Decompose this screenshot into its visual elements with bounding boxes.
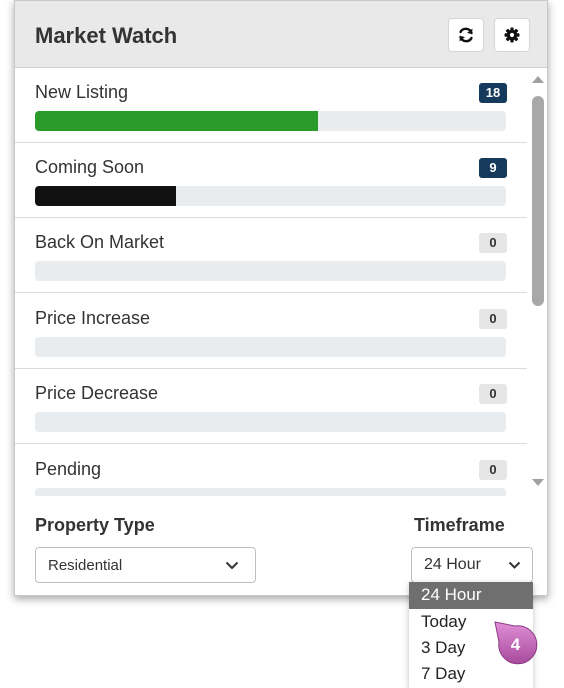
list-item-pending[interactable]: Pending 0: [15, 445, 527, 496]
progress-track: [35, 186, 506, 206]
property-type-value: Residential: [48, 557, 123, 574]
timeframe-value: 24 Hour: [424, 556, 481, 573]
timeframe-label: Timeframe: [414, 515, 505, 535]
step-callout-badge: 4: [493, 620, 538, 665]
scroll-down-arrow-icon[interactable]: [532, 479, 544, 486]
count-badge: 0: [479, 384, 507, 404]
widget-footer: Property Type Residential Timeframe 24 H…: [15, 496, 547, 596]
widget-header: Market Watch: [15, 1, 547, 68]
row-label: Back On Market: [35, 232, 165, 252]
count-badge: 9: [479, 158, 507, 178]
scroll-thumb[interactable]: [532, 96, 544, 306]
market-watch-widget: Market Watch New Listing 18 Coming Soon …: [14, 0, 548, 596]
refresh-button[interactable]: [448, 18, 484, 52]
chevron-down-icon: [508, 561, 521, 569]
count-badge: 18: [479, 83, 507, 103]
count-badge: 0: [479, 233, 507, 253]
progress-track: [35, 488, 506, 496]
progress-track: [35, 261, 506, 281]
progress-fill: [35, 186, 177, 206]
list-scrollbar[interactable]: [529, 68, 547, 496]
list-item-price-increase[interactable]: Price Increase 0: [15, 294, 527, 369]
status-list: New Listing 18 Coming Soon 9 Back On Mar…: [15, 68, 547, 496]
settings-button[interactable]: [494, 18, 530, 52]
scroll-up-arrow-icon[interactable]: [532, 76, 544, 83]
row-label: Price Decrease: [35, 383, 159, 403]
progress-track: [35, 337, 506, 357]
count-badge: 0: [479, 309, 507, 329]
list-item-new-listing[interactable]: New Listing 18: [15, 68, 527, 143]
timeframe-option[interactable]: 7 Day: [409, 661, 533, 688]
progress-track: [35, 111, 506, 131]
list-item-coming-soon[interactable]: Coming Soon 9: [15, 143, 527, 218]
row-label: Pending: [35, 459, 102, 479]
count-badge: 0: [479, 460, 507, 480]
property-type-select[interactable]: Residential: [35, 547, 256, 583]
row-label: Price Increase: [35, 308, 151, 328]
callout-number: 4: [510, 635, 521, 654]
gear-icon: [504, 27, 520, 43]
timeframe-option[interactable]: 24 Hour: [409, 582, 533, 609]
refresh-icon: [459, 27, 473, 43]
row-label: New Listing: [35, 82, 129, 102]
list-item-price-decrease[interactable]: Price Decrease 0: [15, 369, 527, 444]
progress-fill: [35, 111, 318, 131]
widget-title: Market Watch: [35, 23, 178, 48]
row-label: Coming Soon: [35, 157, 145, 177]
property-type-label: Property Type: [35, 515, 155, 535]
progress-track: [35, 412, 506, 432]
chevron-down-icon: [225, 561, 239, 570]
list-item-back-on-market[interactable]: Back On Market 0: [15, 218, 527, 293]
timeframe-select[interactable]: 24 Hour: [411, 547, 533, 583]
